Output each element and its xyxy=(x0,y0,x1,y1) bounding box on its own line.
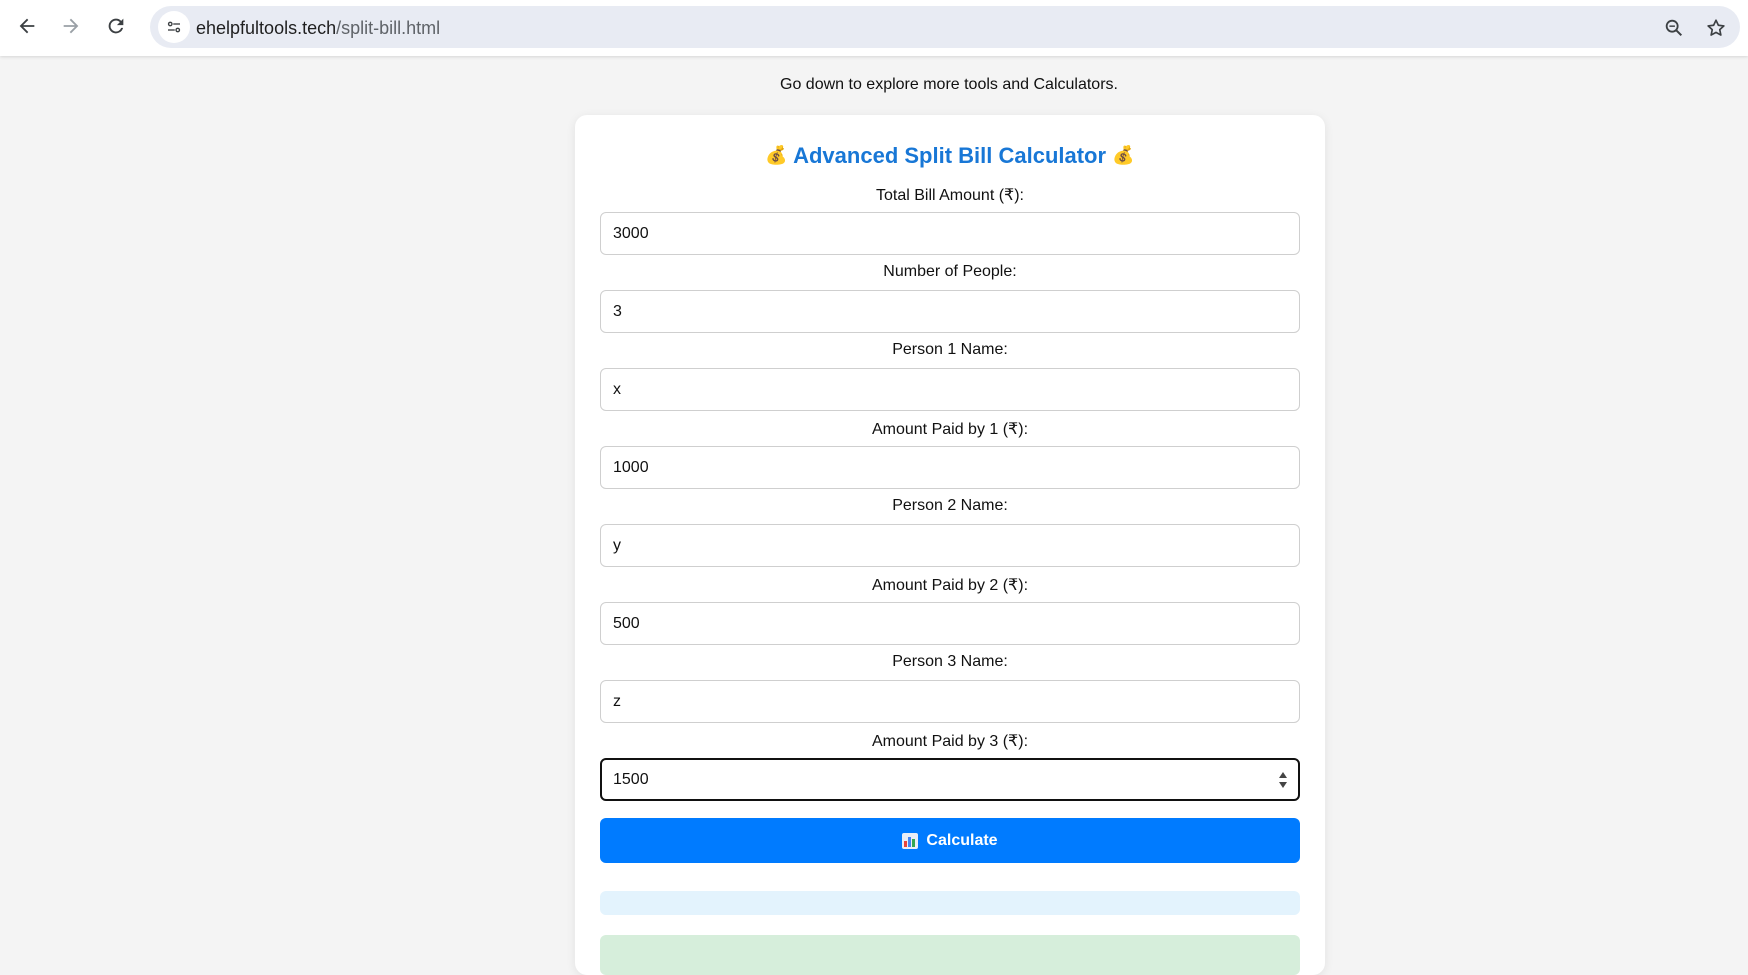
url-text[interactable]: ehelpfultools.tech/split-bill.html xyxy=(196,18,440,39)
person-3-paid-label: Amount Paid by 3 (₹): xyxy=(871,733,1029,750)
person-3-name-input[interactable]: z xyxy=(600,680,1300,723)
calculator-title-text: Advanced Split Bill Calculator xyxy=(793,143,1107,168)
bookmark-button[interactable] xyxy=(1702,14,1730,42)
person-2-paid-label: Amount Paid by 2 (₹): xyxy=(871,577,1029,594)
explore-notice: Go down to explore more tools and Calcul… xyxy=(780,76,1118,93)
person-2-paid-value: 500 xyxy=(613,614,640,632)
total-bill-value: 3000 xyxy=(613,224,649,242)
people-count-label: Number of People: xyxy=(883,263,1017,280)
url-path: /split-bill.html xyxy=(336,18,441,38)
person-3-name-label: Person 3 Name: xyxy=(892,653,1008,670)
person-3-paid-value: 1500 xyxy=(613,770,649,788)
star-icon xyxy=(1707,19,1725,36)
person-3-name-value: z xyxy=(613,692,621,710)
person-1-name-input[interactable]: x xyxy=(600,368,1300,411)
bar-chart-icon xyxy=(902,832,919,849)
url-host: ehelpfultools.tech xyxy=(196,18,337,38)
site-info-button[interactable] xyxy=(158,11,190,43)
person-2-paid-input[interactable]: 500 xyxy=(600,602,1300,645)
browser-toolbar: ehelpfultools.tech/split-bill.html xyxy=(0,0,1748,56)
calculate-label: Calculate xyxy=(926,831,998,849)
person-1-name-value: x xyxy=(613,380,621,398)
person-2-name-input[interactable]: y xyxy=(600,524,1300,567)
person-2-name-label: Person 2 Name: xyxy=(892,497,1008,514)
zoom-icon xyxy=(1665,19,1683,37)
person-1-name-label: Person 1 Name: xyxy=(892,341,1008,358)
money-bag-icon: 💰 xyxy=(1112,145,1135,165)
back-button[interactable] xyxy=(9,8,45,44)
person-1-paid-label: Amount Paid by 1 (₹): xyxy=(871,421,1029,438)
person-1-paid-value: 1000 xyxy=(613,458,649,476)
reload-icon xyxy=(108,18,124,34)
number-spinner[interactable] xyxy=(1278,772,1288,788)
calculate-button[interactable]: Calculate xyxy=(600,818,1300,863)
person-3-paid-input[interactable]: 1500 xyxy=(600,758,1300,801)
calculator-title: 💰 Advanced Split Bill Calculator 💰 xyxy=(575,143,1325,169)
reload-button[interactable] xyxy=(98,8,134,44)
calculator-card: 💰 Advanced Split Bill Calculator 💰 Total… xyxy=(575,115,1325,975)
settlement-result-box xyxy=(600,935,1300,975)
person-1-paid-input[interactable]: 1000 xyxy=(600,446,1300,489)
arrow-right-icon xyxy=(63,18,79,34)
arrow-left-icon xyxy=(19,18,35,34)
total-bill-label: Total Bill Amount (₹): xyxy=(875,187,1024,204)
spin-up-icon[interactable] xyxy=(1279,772,1287,778)
people-count-input[interactable]: 3 xyxy=(600,290,1300,333)
person-2-name-value: y xyxy=(613,536,621,554)
spin-down-icon[interactable] xyxy=(1279,782,1287,788)
money-bag-icon: 💰 xyxy=(765,145,788,165)
people-count-value: 3 xyxy=(613,302,622,320)
forward-button[interactable] xyxy=(53,8,89,44)
zoom-button[interactable] xyxy=(1660,14,1688,42)
summary-result-box xyxy=(600,891,1300,915)
address-bar[interactable]: ehelpfultools.tech/split-bill.html xyxy=(150,6,1740,48)
tune-icon xyxy=(167,21,181,33)
total-bill-input[interactable]: 3000 xyxy=(600,212,1300,255)
